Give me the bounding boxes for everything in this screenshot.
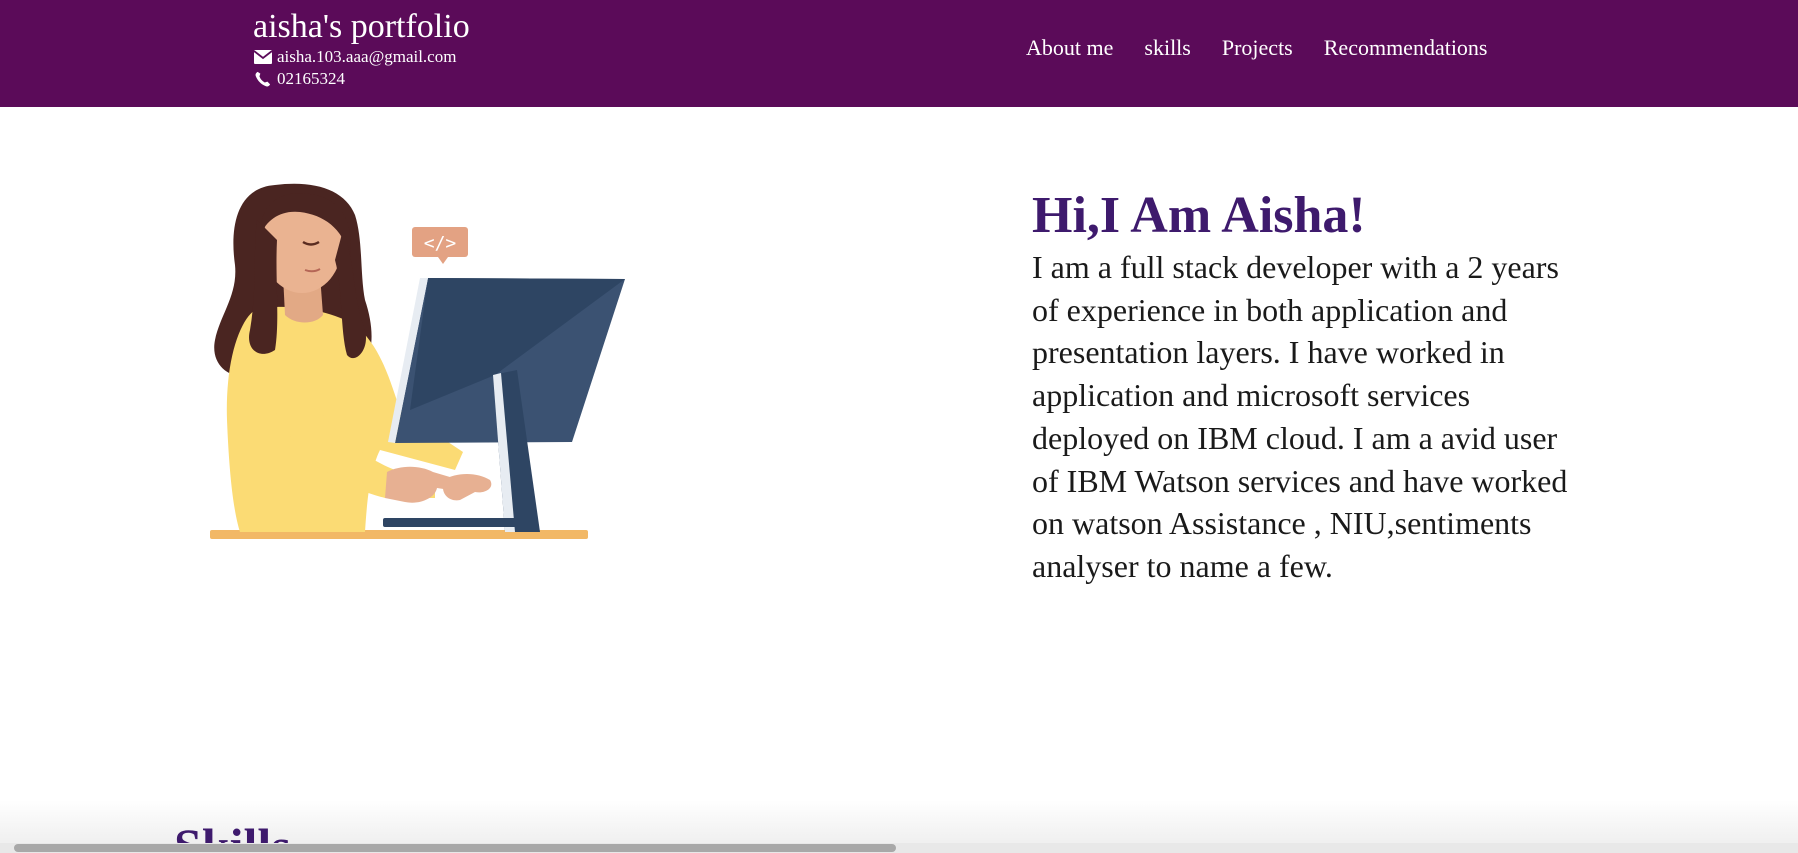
- nav-projects[interactable]: Projects: [1222, 33, 1293, 63]
- nav-skills[interactable]: skills: [1144, 33, 1190, 63]
- phone-contact: 02165324: [253, 68, 470, 90]
- horizontal-scrollbar[interactable]: [0, 843, 1798, 853]
- envelope-icon: [253, 50, 273, 64]
- developer-illustration: </>: [210, 183, 625, 539]
- keyboard-shape: [383, 518, 518, 527]
- nav-about-me[interactable]: About me: [1026, 33, 1113, 63]
- email-text: aisha.103.aaa@gmail.com: [277, 47, 457, 66]
- site-title[interactable]: aisha's portfolio: [253, 8, 470, 46]
- top-navbar: aisha's portfolio aisha.103.aaa@gmail.co…: [0, 0, 1798, 107]
- main-nav: About me skills Projects Recommendations: [1026, 33, 1488, 63]
- phone-icon: [255, 71, 271, 87]
- nav-recommendations[interactable]: Recommendations: [1324, 33, 1488, 63]
- scrollbar-thumb[interactable]: [14, 844, 896, 852]
- phone-text: 02165324: [277, 69, 345, 88]
- skills-section-peek: Skills: [0, 800, 1798, 853]
- hero-description: I am a full stack developer with a 2 yea…: [1032, 249, 1568, 584]
- portfolio-page: aisha's portfolio aisha.103.aaa@gmail.co…: [0, 0, 1798, 853]
- intro-section: Hi,I Am Aisha! I am a full stack develop…: [1032, 186, 1572, 588]
- email-contact: aisha.103.aaa@gmail.com: [253, 46, 470, 68]
- brand: aisha's portfolio aisha.103.aaa@gmail.co…: [253, 8, 470, 90]
- hero-heading: Hi,I Am Aisha!: [1032, 187, 1366, 244]
- code-badge-text: </>: [424, 233, 457, 254]
